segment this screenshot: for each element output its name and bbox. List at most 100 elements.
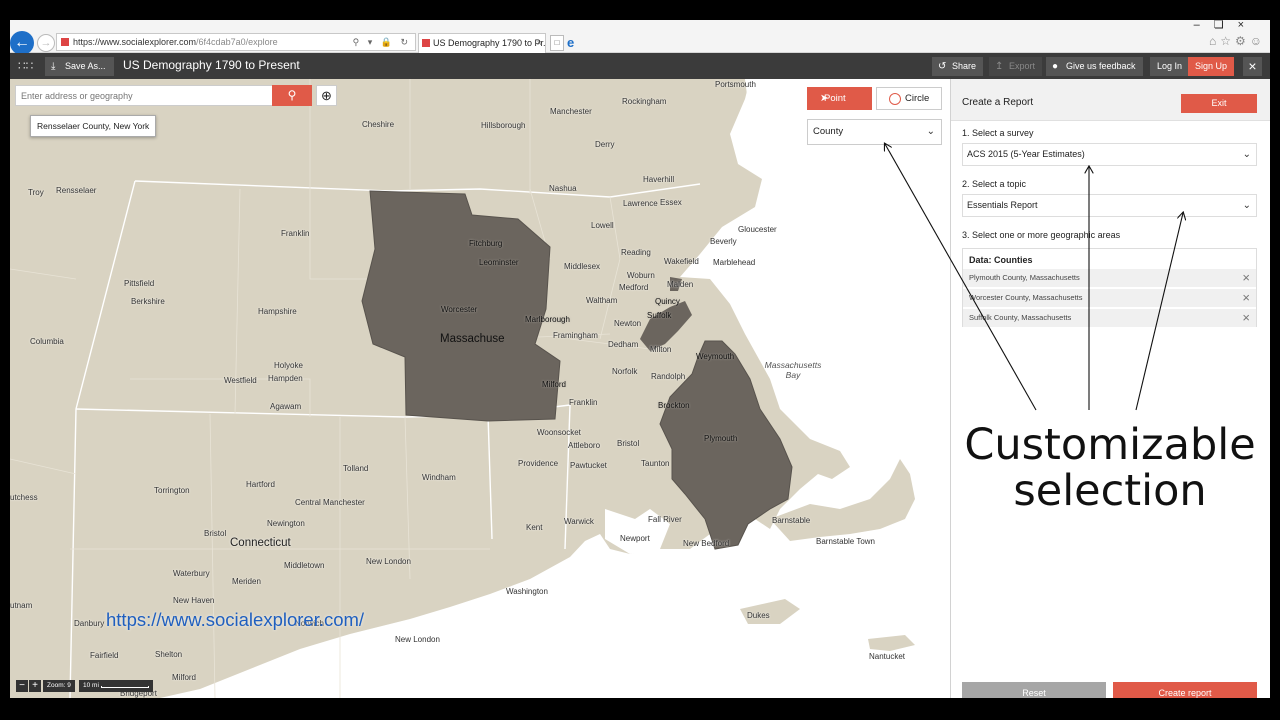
report-panel-header: Create a Report Exit (951, 79, 1270, 121)
create-report-button[interactable]: Create report (1113, 682, 1257, 698)
url-host: https://www.socialexplorer.com (73, 37, 197, 47)
place-label: Franklin (281, 229, 310, 238)
remove-icon[interactable]: × (1242, 269, 1250, 287)
place-label: Newton (614, 319, 642, 328)
window-controls[interactable]: –❏× (1194, 20, 1258, 31)
reset-button[interactable]: Reset (962, 682, 1106, 698)
watermark-url: https://www.socialexplorer.com/ (106, 609, 365, 630)
locate-crosshair-icon[interactable]: ⊕ (316, 85, 337, 106)
tab-favicon-icon (422, 39, 430, 47)
back-arrow-icon[interactable]: ← (10, 31, 34, 55)
share-button[interactable]: ↺ Share (932, 57, 984, 76)
export-label: Export (1009, 61, 1036, 71)
browser-tab[interactable]: US Demography 1790 to Pr... × (418, 33, 546, 53)
areas-header: Data: Counties (969, 255, 1033, 265)
remove-icon[interactable]: × (1242, 289, 1250, 307)
place-label: Barnstable Town (816, 537, 875, 546)
place-label: Reading (621, 248, 651, 257)
share-icon: ↺ (938, 61, 947, 72)
place-label: Plymouth (704, 434, 738, 443)
place-label: Waterbury (173, 569, 210, 578)
place-label: Suffolk (647, 311, 672, 320)
exit-button[interactable]: Exit (1181, 94, 1257, 113)
address-search-input[interactable] (15, 85, 273, 106)
forward-arrow-icon[interactable]: → (37, 34, 55, 52)
place-label: Fitchburg (469, 239, 503, 248)
map-canvas[interactable]: ⚲ ⊕ Rensselaer County, New York ➤ Point … (10, 79, 950, 698)
feedback-button[interactable]: ● Give us feedback (1046, 57, 1143, 76)
place-label: Pittsfield (124, 279, 155, 288)
place-label: Wakefield (664, 257, 699, 266)
site-favicon-icon (61, 38, 69, 46)
place-label: Worcester (441, 305, 478, 314)
upload-icon: ↥ (995, 61, 1004, 72)
scale-line (101, 686, 149, 688)
place-label: Brockton (658, 401, 690, 410)
annotation-line-1: Customizable (964, 420, 1256, 470)
selected-areas-list: Data: Counties Plymouth County, Massachu… (962, 248, 1257, 327)
report-panel: Create a Report Exit 1. Select a survey … (950, 79, 1270, 698)
search-icon[interactable]: ⚲ (272, 85, 312, 106)
place-label: Providence (518, 459, 559, 468)
place-label: Central Manchester (295, 498, 365, 507)
place-label: Milton (650, 345, 672, 354)
place-label: Windham (422, 473, 456, 482)
place-label: Danbury (74, 619, 105, 628)
chevron-down-icon: ⌄ (926, 126, 935, 137)
browser-tools-icons[interactable]: ⌂☆⚙☺ (1209, 34, 1266, 48)
address-tools-icon[interactable]: ⚲ ▾ 🔒 ↻ (353, 34, 411, 50)
chevron-down-icon: ⌄ (1242, 200, 1251, 211)
place-label: Nashua (549, 184, 577, 193)
place-label: Dedham (608, 340, 639, 349)
chevron-down-icon: ⌄ (1242, 149, 1251, 160)
remove-icon[interactable]: × (1242, 309, 1250, 327)
place-label: Waltham (586, 296, 618, 305)
place-label: Framingham (553, 331, 598, 340)
zoom-out-button[interactable]: − (16, 680, 28, 692)
address-bar[interactable]: https://www.socialexplorer.com/6f4cdab7a… (56, 33, 416, 51)
topic-select[interactable]: Essentials Report ⌄ (962, 194, 1257, 217)
internet-explorer-icon: e (567, 35, 575, 50)
place-label: Shelton (155, 650, 183, 659)
survey-select[interactable]: ACS 2015 (5-Year Estimates) ⌄ (962, 143, 1257, 166)
app-header: ∷∷ ⤓ Save As... US Demography 1790 to Pr… (10, 53, 1270, 79)
place-label: Milford (172, 673, 197, 682)
circle-select-button[interactable]: Circle (876, 87, 942, 110)
place-label: Manchester (550, 107, 592, 116)
page-title: US Demography 1790 to Present (123, 58, 300, 72)
signup-button[interactable]: Sign Up (1188, 57, 1235, 76)
place-label: Nantucket (869, 652, 906, 661)
point-select-button[interactable]: ➤ Point (807, 87, 872, 110)
place-label: Randolph (651, 372, 686, 381)
login-button[interactable]: Log In (1150, 57, 1190, 76)
place-label: Troy (28, 188, 44, 197)
export-button[interactable]: ↥ Export (989, 57, 1043, 76)
new-tab-icon[interactable]: □ (550, 35, 564, 51)
save-as-button[interactable]: ⤓ Save As... (45, 57, 114, 76)
list-item: Plymouth County, Massachusetts × (963, 268, 1256, 287)
close-icon[interactable]: × (1243, 57, 1262, 76)
place-label: Lawrence (623, 199, 658, 208)
place-label: Bristol (204, 529, 227, 538)
place-label: Agawam (270, 402, 302, 411)
place-label: Hampshire (258, 307, 297, 316)
place-label: Weymouth (696, 352, 735, 361)
place-label: Fairfield (90, 651, 119, 660)
circle-label: Circle (905, 93, 930, 104)
geo-level-value: County (813, 126, 844, 137)
apps-grid-icon[interactable]: ∷∷ (18, 59, 33, 73)
place-label: Marlborough (525, 315, 570, 324)
place-label: Bristol (617, 439, 640, 448)
zoom-level: Zoom: 9 (43, 680, 75, 692)
state-label: Connecticut (230, 537, 291, 549)
tab-close-icon[interactable]: × (537, 34, 542, 52)
place-label: Leominster (479, 258, 519, 267)
place-label: Quincy (655, 297, 680, 306)
cursor-icon: ➤ (820, 93, 829, 104)
place-label: Gloucester (738, 225, 777, 234)
share-label: Share (952, 61, 977, 71)
zoom-in-button[interactable]: + (29, 680, 41, 692)
place-label: Westfield (224, 376, 257, 385)
place-label: Rockingham (622, 97, 667, 106)
geography-level-select[interactable]: County ⌄ (807, 119, 942, 145)
